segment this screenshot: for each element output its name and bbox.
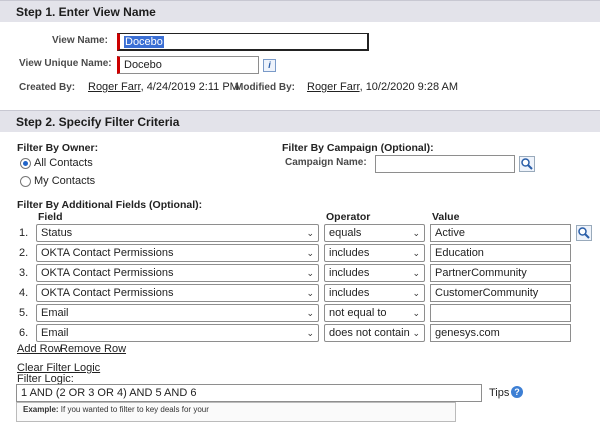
chevron-down-icon: ⌄ <box>306 268 314 278</box>
row-number: 5. <box>19 307 29 319</box>
chevron-down-icon: ⌄ <box>412 248 420 258</box>
remove-row-link[interactable]: Remove Row <box>60 343 126 355</box>
step1-header: Step 1. Enter View Name <box>0 0 600 22</box>
value-input-4[interactable]: CustomerCommunity <box>430 284 571 302</box>
chevron-down-icon: ⌄ <box>306 288 314 298</box>
operator-select-6[interactable]: does not contain ⌄ <box>324 324 425 342</box>
created-by-date: , 4/24/2019 2:11 PM <box>140 81 239 93</box>
value-input-2[interactable]: Education <box>430 244 571 262</box>
field-select-5[interactable]: Email ⌄ <box>36 304 319 322</box>
value-input-5[interactable] <box>430 304 571 322</box>
tips-label: Tips <box>489 387 510 399</box>
value-input-3[interactable]: PartnerCommunity <box>430 264 571 282</box>
field-select-3[interactable]: OKTA Contact Permissions ⌄ <box>36 264 319 282</box>
filter-by-campaign-label: Filter By Campaign (Optional): <box>282 142 434 154</box>
field-select-2[interactable]: OKTA Contact Permissions ⌄ <box>36 244 319 262</box>
chevron-down-icon: ⌄ <box>306 228 314 238</box>
field-select-4[interactable]: OKTA Contact Permissions ⌄ <box>36 284 319 302</box>
chevron-down-icon: ⌄ <box>306 328 314 338</box>
help-icon[interactable]: ? <box>511 386 523 398</box>
radio-my-contacts[interactable] <box>20 176 31 187</box>
filter-by-owner-label: Filter By Owner: <box>17 142 99 154</box>
col-operator-header: Operator <box>326 211 371 223</box>
value-input-6[interactable]: genesys.com <box>430 324 571 342</box>
modified-by-label: Modified By: <box>235 82 295 93</box>
example-box: Example: If you wanted to filter to key … <box>16 402 456 422</box>
filter-logic-input[interactable]: 1 AND (2 OR 3 OR 4) AND 5 AND 6 <box>16 384 482 402</box>
info-icon[interactable]: i <box>263 59 276 72</box>
created-by-label: Created By: <box>19 82 76 93</box>
chevron-down-icon: ⌄ <box>412 288 420 298</box>
row-number: 2. <box>19 247 29 259</box>
col-value-header: Value <box>432 211 460 223</box>
chevron-down-icon: ⌄ <box>412 308 420 318</box>
campaign-name-input[interactable] <box>375 155 515 173</box>
row-number: 3. <box>19 267 29 279</box>
campaign-name-label: Campaign Name: <box>285 157 367 168</box>
operator-select-5[interactable]: not equal to ⌄ <box>324 304 425 322</box>
filter-by-fields-label: Filter By Additional Fields (Optional): <box>17 199 203 211</box>
campaign-lookup-icon[interactable] <box>519 156 535 172</box>
row-number: 4. <box>19 287 29 299</box>
chevron-down-icon: ⌄ <box>412 228 420 238</box>
field-select-1[interactable]: Status ⌄ <box>36 224 319 242</box>
row-number: 6. <box>19 327 29 339</box>
value-lookup-icon[interactable] <box>576 225 592 241</box>
my-contacts-label: My Contacts <box>34 175 96 187</box>
radio-all-contacts[interactable] <box>20 158 31 169</box>
view-name-label: View Name: <box>52 35 108 46</box>
modified-by-value: Roger Farr, 10/2/2020 9:28 AM <box>307 81 458 93</box>
modified-by-date: , 10/2/2020 9:28 AM <box>359 81 459 93</box>
view-unique-name-input[interactable]: Docebo <box>117 56 259 74</box>
all-contacts-label: All Contacts <box>34 157 93 169</box>
chevron-down-icon: ⌄ <box>412 328 420 338</box>
chevron-down-icon: ⌄ <box>306 248 314 258</box>
operator-select-3[interactable]: includes ⌄ <box>324 264 425 282</box>
chevron-down-icon: ⌄ <box>412 268 420 278</box>
chevron-down-icon: ⌄ <box>306 308 314 318</box>
step2-header: Step 2. Specify Filter Criteria <box>0 110 600 132</box>
view-unique-name-label: View Unique Name: <box>19 58 112 69</box>
add-row-link[interactable]: Add Row <box>17 343 62 355</box>
created-by-value: Roger Farr, 4/24/2019 2:11 PM <box>88 81 239 93</box>
modified-by-user-link[interactable]: Roger Farr <box>307 81 360 93</box>
operator-select-4[interactable]: includes ⌄ <box>324 284 425 302</box>
created-by-user-link[interactable]: Roger Farr <box>88 81 141 93</box>
col-field-header: Field <box>38 211 63 223</box>
value-input-1[interactable]: Active <box>430 224 571 242</box>
view-name-input[interactable]: Docebo <box>117 33 369 51</box>
operator-select-1[interactable]: equals ⌄ <box>324 224 425 242</box>
field-select-6[interactable]: Email ⌄ <box>36 324 319 342</box>
operator-select-2[interactable]: includes ⌄ <box>324 244 425 262</box>
row-number: 1. <box>19 227 29 239</box>
